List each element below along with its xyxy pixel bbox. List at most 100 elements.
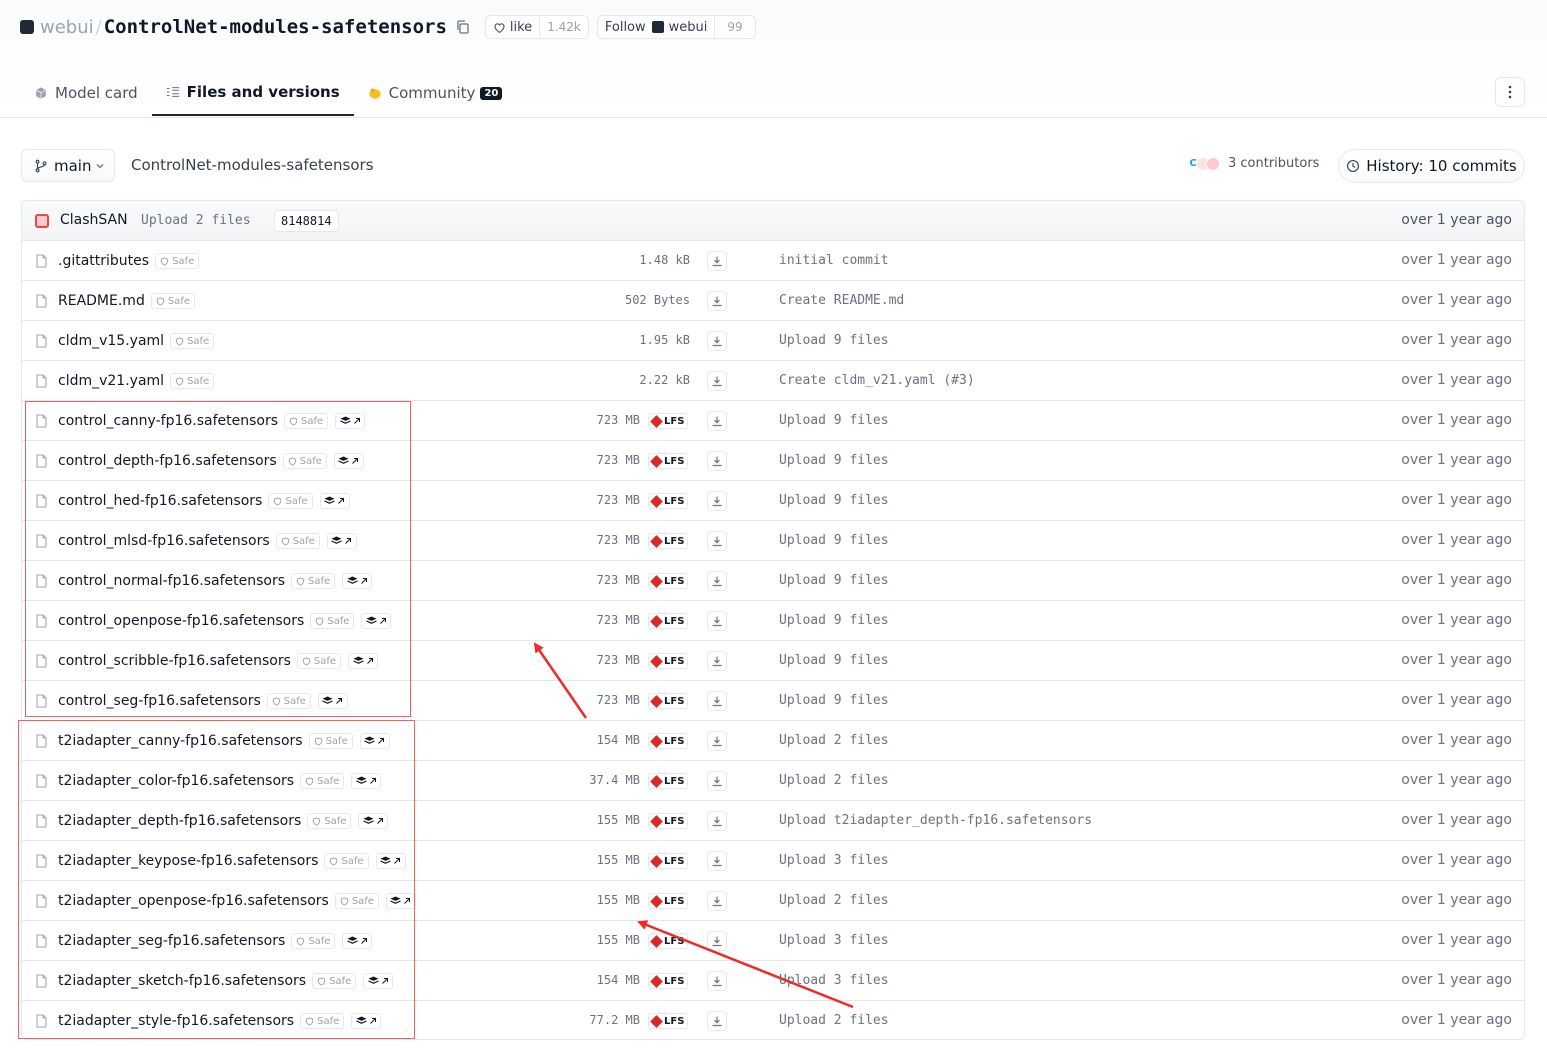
file-commit-message[interactable]: Upload 9 files [779,453,889,468]
file-name-link[interactable]: t2iadapter_depth-fp16.safetensors [58,813,301,829]
safe-badge[interactable]: Safe [312,973,357,989]
file-name-link[interactable]: .gitattributes [58,253,149,269]
file-name-link[interactable]: control_depth-fp16.safetensors [58,453,277,469]
download-button[interactable] [707,251,727,271]
lfs-badge[interactable]: LFS [648,613,689,629]
tab-community[interactable]: Community 20 [354,70,517,116]
safe-badge[interactable]: Safe [291,933,336,949]
download-button[interactable] [707,771,727,791]
download-button[interactable] [707,971,727,991]
lfs-badge[interactable]: LFS [648,453,689,469]
safe-badge[interactable]: Safe [170,333,215,349]
lfs-badge[interactable]: LFS [648,653,689,669]
download-button[interactable] [707,691,727,711]
file-name-link[interactable]: t2iadapter_openpose-fp16.safetensors [58,893,329,909]
safetensors-viewer-button[interactable] [333,453,364,469]
safe-badge[interactable]: Safe [308,733,353,749]
lfs-badge[interactable]: LFS [648,813,689,829]
safetensors-viewer-button[interactable] [351,773,382,789]
download-button[interactable] [707,731,727,751]
file-name-link[interactable]: control_canny-fp16.safetensors [58,413,278,429]
file-name-link[interactable]: control_openpose-fp16.safetensors [58,613,304,629]
download-button[interactable] [707,571,727,591]
safetensors-viewer-button[interactable] [348,653,379,669]
file-commit-message[interactable]: Create README.md [779,293,904,308]
lfs-badge[interactable]: LFS [648,773,689,789]
file-name-link[interactable]: t2iadapter_seg-fp16.safetensors [58,933,285,949]
safetensors-viewer-button[interactable] [361,613,392,629]
download-button[interactable] [707,451,727,471]
file-commit-message[interactable]: Upload 9 files [779,613,889,628]
lfs-badge[interactable]: LFS [648,1013,689,1029]
file-name-link[interactable]: control_seg-fp16.safetensors [58,693,261,709]
org-link[interactable]: webui [40,17,94,38]
safe-badge[interactable]: Safe [155,253,200,269]
file-commit-message[interactable]: Upload 9 files [779,493,889,508]
safe-badge[interactable]: Safe [300,1013,345,1029]
breadcrumb[interactable]: ControlNet-modules-safetensors [131,156,374,174]
file-commit-message[interactable]: Upload 9 files [779,533,889,548]
file-commit-message[interactable]: Upload 2 files [779,773,889,788]
lfs-badge[interactable]: LFS [648,933,689,949]
file-name-link[interactable]: t2iadapter_color-fp16.safetensors [58,773,294,789]
safe-badge[interactable]: Safe [307,813,352,829]
file-name-link[interactable]: control_scribble-fp16.safetensors [58,653,291,669]
download-button[interactable] [707,1011,727,1031]
lfs-badge[interactable]: LFS [648,973,689,989]
download-button[interactable] [707,531,727,551]
tab-model-card[interactable]: Model card [20,70,152,116]
safetensors-viewer-button[interactable] [342,573,373,589]
download-button[interactable] [707,931,727,951]
file-commit-message[interactable]: Upload 2 files [779,893,889,908]
download-button[interactable] [707,371,727,391]
lfs-badge[interactable]: LFS [648,573,689,589]
safe-badge[interactable]: Safe [324,853,369,869]
file-name-link[interactable]: t2iadapter_canny-fp16.safetensors [58,733,303,749]
file-name-link[interactable]: t2iadapter_keypose-fp16.safetensors [58,853,318,869]
lfs-badge[interactable]: LFS [648,733,689,749]
copy-icon[interactable] [455,19,471,35]
file-name-link[interactable]: control_normal-fp16.safetensors [58,573,285,589]
download-button[interactable] [707,291,727,311]
download-button[interactable] [707,851,727,871]
commit-message[interactable]: Upload 2 files [141,213,251,228]
safe-badge[interactable]: Safe [150,293,195,309]
follow-button[interactable]: Follow webui 99 [596,15,756,39]
file-commit-message[interactable]: initial commit [779,253,889,268]
safetensors-viewer-button[interactable] [317,693,348,709]
safetensors-viewer-button[interactable] [375,853,406,869]
file-commit-message[interactable]: Upload 9 files [779,653,889,668]
download-button[interactable] [707,651,727,671]
download-button[interactable] [707,331,727,351]
contributors-link[interactable]: C 3 contributors [1186,156,1319,171]
safe-badge[interactable]: Safe [291,573,336,589]
safe-badge[interactable]: Safe [300,773,345,789]
safe-badge[interactable]: Safe [334,893,379,909]
history-button[interactable]: History: 10 commits [1338,149,1525,183]
like-button[interactable]: like 1.42k [484,15,589,39]
lfs-badge[interactable]: LFS [648,893,689,909]
safe-badge[interactable]: Safe [296,653,342,669]
repo-name[interactable]: ControlNet-modules-safetensors [104,16,447,38]
safetensors-viewer-button[interactable] [335,413,366,429]
file-commit-message[interactable]: Upload 3 files [779,933,889,948]
file-commit-message[interactable]: Upload t2iadapter_depth-fp16.safetensors [779,813,1092,828]
safe-badge[interactable]: Safe [268,493,313,509]
file-name-link[interactable]: t2iadapter_style-fp16.safetensors [58,1013,294,1029]
download-button[interactable] [707,811,727,831]
file-name-link[interactable]: cldm_v15.yaml [58,333,164,349]
safe-badge[interactable]: Safe [284,413,329,429]
download-button[interactable] [707,411,727,431]
file-name-link[interactable]: cldm_v21.yaml [58,373,164,389]
safe-badge[interactable]: Safe [266,693,311,709]
lfs-badge[interactable]: LFS [648,493,689,509]
file-commit-message[interactable]: Upload 9 files [779,413,889,428]
branch-selector[interactable]: main [21,149,115,182]
file-name-link[interactable]: control_hed-fp16.safetensors [58,493,262,509]
file-commit-message[interactable]: Upload 9 files [779,693,889,708]
file-commit-message[interactable]: Create cldm_v21.yaml (#3) [779,373,975,388]
lfs-badge[interactable]: LFS [648,853,689,869]
file-name-link[interactable]: control_mlsd-fp16.safetensors [58,533,270,549]
lfs-badge[interactable]: LFS [648,413,689,429]
safetensors-viewer-button[interactable] [385,893,416,909]
